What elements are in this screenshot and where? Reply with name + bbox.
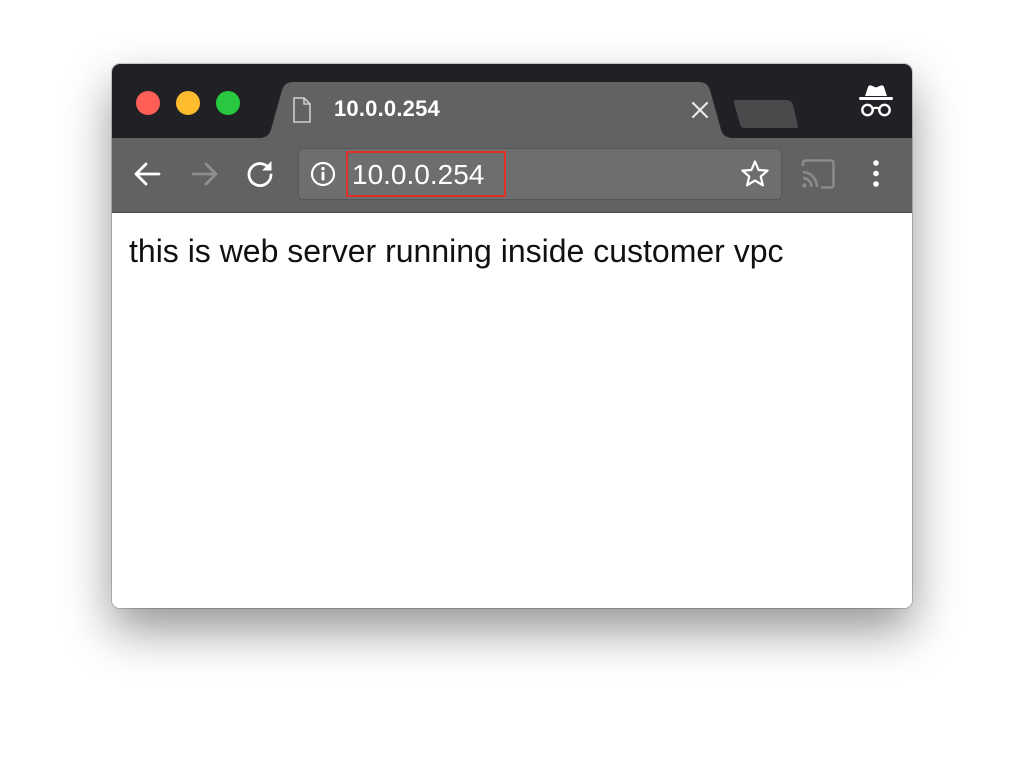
reload-icon[interactable] [242,156,278,192]
window-zoom-button[interactable] [216,91,240,115]
browser-window: 10.0.0.254 10.0.0.254 this is web server… [112,64,912,608]
page-content: this is web server running inside custom… [112,213,912,608]
address-bar[interactable]: 10.0.0.254 [298,148,782,200]
three-dot-menu-icon[interactable] [858,156,894,192]
document-icon [293,97,311,123]
new-tab-button[interactable] [732,98,802,130]
star-icon[interactable] [740,159,770,189]
tab-strip: 10.0.0.254 [112,64,912,138]
browser-toolbar: 10.0.0.254 [112,138,912,213]
window-minimize-button[interactable] [176,91,200,115]
page-body-text: this is web server running inside custom… [129,233,784,269]
arrow-right-icon[interactable] [186,156,222,192]
arrow-left-icon[interactable] [130,156,166,192]
incognito-icon [859,85,893,117]
tab-title: 10.0.0.254 [334,96,440,121]
window-close-button[interactable] [136,91,160,115]
tab-active[interactable]: 10.0.0.254 [258,82,734,138]
url-highlight-box: 10.0.0.254 [346,151,506,197]
info-icon[interactable] [310,161,336,187]
url-text[interactable]: 10.0.0.254 [352,160,484,190]
close-icon[interactable] [686,96,714,124]
cast-icon[interactable] [800,156,836,192]
tab-background [258,82,734,138]
